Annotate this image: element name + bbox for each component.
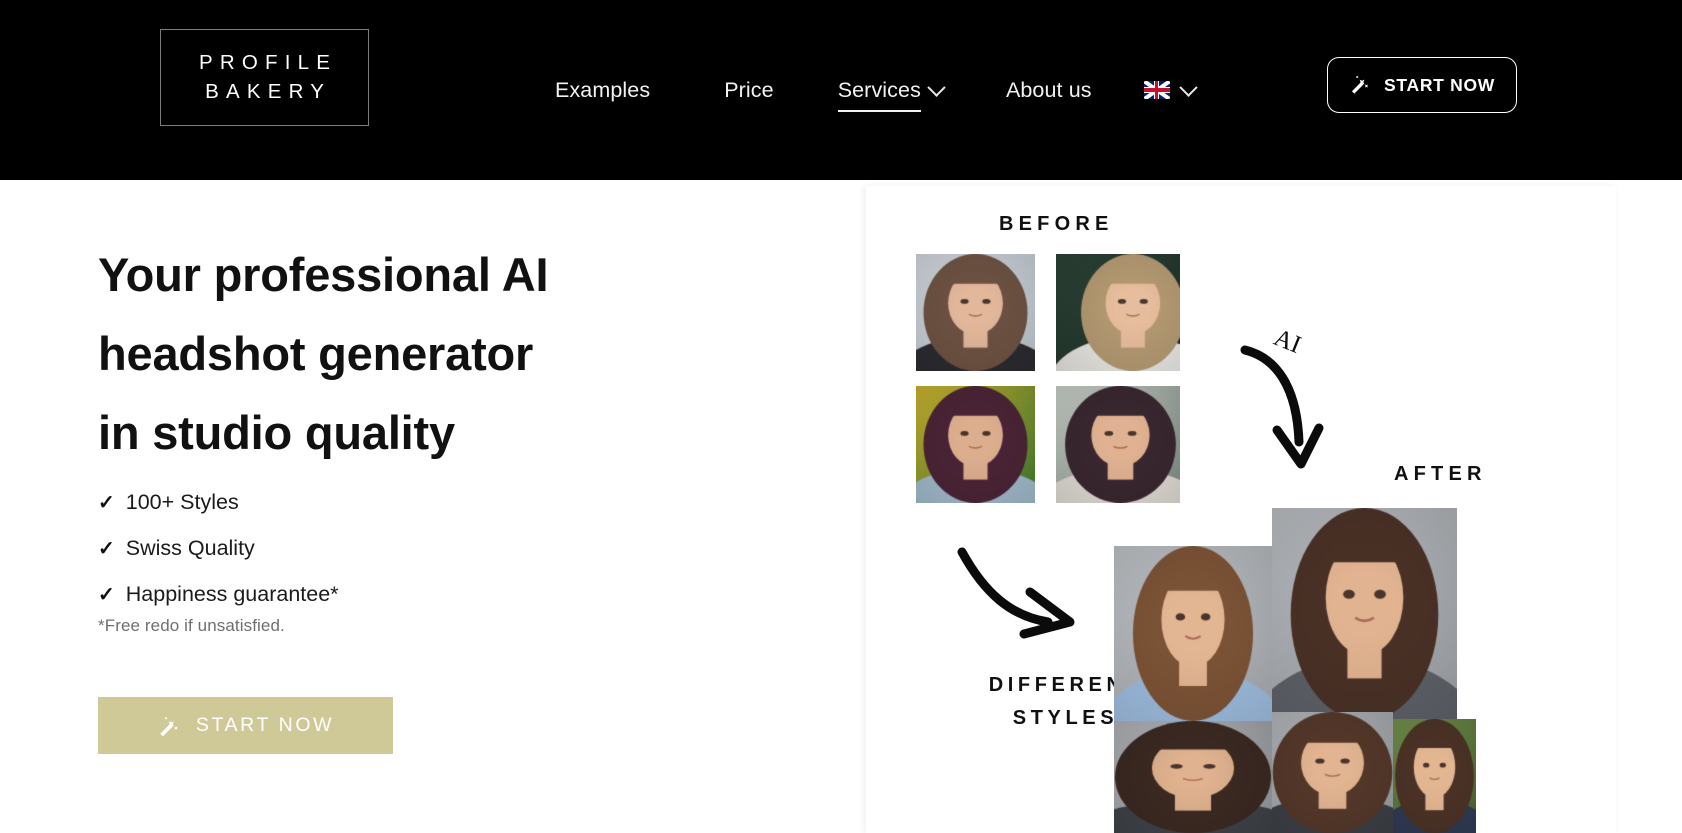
check-icon: ✓: [98, 584, 115, 606]
chevron-down-icon: [927, 77, 946, 97]
nav-item-examples[interactable]: Examples: [555, 78, 650, 103]
page-title: Your professional AI headshot generator …: [98, 235, 798, 472]
header-start-now-button[interactable]: START NOW: [1327, 57, 1517, 113]
nav-label-services: Services: [837, 77, 921, 102]
list-item: ✓ 100+ Styles: [98, 480, 339, 526]
uk-flag-icon: [1143, 81, 1170, 99]
after-label: AFTER: [1394, 463, 1487, 485]
site-header: PROFILE BAKERY Examples Price Services A…: [0, 0, 1682, 180]
magic-wand-icon: [1349, 74, 1371, 96]
benefit-label-1: 100+ Styles: [125, 490, 239, 514]
before-label: BEFORE: [999, 213, 1114, 235]
profile-bakery-logo[interactable]: PROFILE BAKERY: [160, 29, 369, 126]
language-selector[interactable]: [1143, 77, 1198, 99]
fineprint-note: *Free redo if unsatisfied.: [98, 616, 285, 635]
styles-line-2: STYLES: [1012, 707, 1119, 729]
nav-item-about-us[interactable]: About us: [1006, 78, 1092, 103]
headline-line-1: Your professional AI: [98, 248, 549, 301]
list-item: ✓ Swiss Quality: [98, 526, 339, 572]
hero-start-now-label: START NOW: [195, 714, 335, 736]
logo-line-1: PROFILE: [199, 50, 338, 74]
list-item: ✓ Happiness guarantee*: [98, 572, 339, 618]
header-start-now-label: START NOW: [1384, 74, 1495, 95]
benefit-label-3: Happiness guarantee*: [125, 582, 339, 606]
hero-start-now-button[interactable]: START NOW: [98, 697, 393, 754]
main-navigation: Examples Price Services About us: [555, 0, 1198, 180]
after-photo-1: [1114, 546, 1272, 721]
after-photo-2: [1272, 508, 1457, 721]
check-icon: ✓: [98, 492, 115, 514]
check-icon: ✓: [98, 538, 115, 560]
after-photo-5: [1393, 719, 1476, 833]
hero-copy: Your professional AI headshot generator …: [0, 180, 866, 833]
before-after-showcase: BEFORE AFTER DIFFERENT STYLES AI: [866, 186, 1616, 833]
styles-curved-arrow-icon: [957, 547, 1075, 639]
nav-item-price[interactable]: Price: [724, 78, 773, 103]
after-photo-3: [1114, 721, 1272, 833]
before-photo-4: [1056, 386, 1180, 503]
nav-item-services[interactable]: Services: [837, 77, 946, 112]
headline-line-2: headshot generator: [98, 327, 534, 380]
logo-line-2: BAKERY: [205, 80, 332, 103]
benefit-label-2: Swiss Quality: [125, 536, 255, 560]
nav-label-examples: Examples: [555, 77, 651, 102]
ai-curved-arrow-icon: [1240, 345, 1324, 469]
after-photo-4: [1272, 712, 1393, 833]
chevron-down-icon: [1178, 77, 1198, 97]
nav-label-price: Price: [724, 77, 774, 102]
headline-line-3: in studio quality: [98, 406, 455, 459]
before-photo-3: [916, 386, 1035, 503]
landing-page: PROFILE BAKERY Examples Price Services A…: [0, 0, 1682, 833]
before-photo-2: [1056, 254, 1180, 371]
before-photo-1: [916, 254, 1035, 371]
nav-label-about-us: About us: [1005, 77, 1092, 102]
magic-wand-icon: [157, 715, 179, 737]
benefits-list: ✓ 100+ Styles ✓ Swiss Quality ✓ Happines…: [98, 480, 339, 618]
